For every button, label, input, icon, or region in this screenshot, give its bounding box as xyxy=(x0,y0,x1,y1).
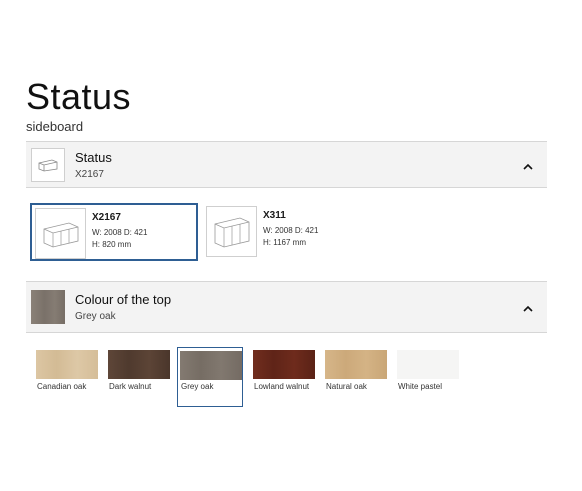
colour-name: Canadian oak xyxy=(37,382,87,391)
colour-swatch xyxy=(397,350,459,379)
selected-colour-swatch xyxy=(31,290,65,324)
model-selected-code: X2167 xyxy=(75,169,104,180)
colour-swatch xyxy=(36,350,98,379)
sideboard-icon xyxy=(206,206,257,257)
colour-section-title: Colour of the top xyxy=(75,292,172,307)
colour-name: White pastel xyxy=(398,382,443,391)
chevron-up-icon[interactable] xyxy=(523,304,533,314)
colour-option-grey-oak[interactable]: Grey oak xyxy=(177,347,243,407)
colour-accordion-header[interactable]: Colour of the top Grey oak xyxy=(26,281,547,333)
chevron-up-icon[interactable] xyxy=(523,162,533,172)
model-accordion-header[interactable]: Status X2167 xyxy=(26,141,547,188)
page-title: Status xyxy=(26,76,132,117)
colour-options: Canadian oak Dark walnut Grey oak Lowlan… xyxy=(36,347,466,408)
colour-swatch xyxy=(108,350,170,379)
colour-swatch xyxy=(325,350,387,379)
sideboard-icon xyxy=(35,208,86,259)
option-name: X2167 xyxy=(92,212,121,223)
sideboard-icon xyxy=(31,148,65,182)
option-name: X311 xyxy=(263,210,286,221)
model-section-title: Status xyxy=(75,150,112,165)
colour-name: Dark walnut xyxy=(109,382,152,391)
colour-name: Grey oak xyxy=(181,382,214,391)
option-dimensions: W: 2008 D: 421 H: 1167 mm xyxy=(263,226,319,247)
colour-name: Lowland walnut xyxy=(254,382,310,391)
colour-swatch xyxy=(180,351,242,380)
colour-swatch xyxy=(253,350,315,379)
colour-selected-name: Grey oak xyxy=(75,311,116,322)
option-dimensions: W: 2008 D: 421 H: 820 mm xyxy=(92,228,148,249)
colour-name: Natural oak xyxy=(326,382,367,391)
page-subtitle: sideboard xyxy=(26,119,84,134)
model-option-x311[interactable]: X311 W: 2008 D: 421 H: 1167 mm xyxy=(205,203,373,261)
model-option-x2167[interactable]: X2167 W: 2008 D: 421 H: 820 mm xyxy=(30,203,198,261)
